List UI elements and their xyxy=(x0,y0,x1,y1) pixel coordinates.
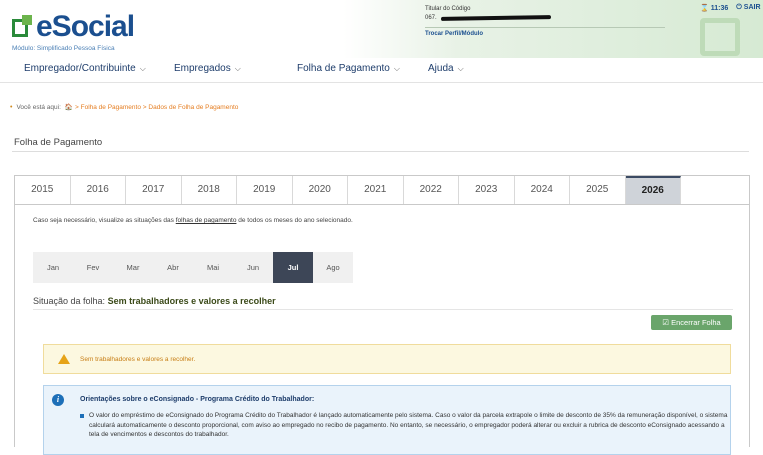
nav-ajuda[interactable]: Ajuda ⌵ xyxy=(428,63,464,74)
year-tab[interactable]: 2017 xyxy=(126,176,182,204)
month-tab[interactable]: Jun xyxy=(233,252,273,283)
breadcrumb-prefix: Você está aqui: xyxy=(16,103,61,111)
esocial-logo-icon xyxy=(12,15,34,39)
month-tab[interactable]: Mar xyxy=(113,252,153,283)
checkbox-icon: ☑ xyxy=(662,318,670,327)
bullet-icon xyxy=(80,414,84,418)
nav-label: Empregador/Contribuinte xyxy=(24,63,136,74)
nav-label: Empregados xyxy=(174,63,231,74)
home-icon[interactable]: 🏠 xyxy=(65,103,73,111)
bullet-icon: • xyxy=(10,103,13,111)
year-tab[interactable]: 2016 xyxy=(71,176,126,204)
breadcrumb-dados: Dados de Folha de Pagamento xyxy=(148,103,239,111)
session-bar: ⌛ 11:36 ⏻ SAIR xyxy=(700,4,761,12)
month-tab[interactable]: Jan xyxy=(33,252,73,283)
year-tabs: 2015 2016 2017 2018 2019 2020 2021 2022 … xyxy=(15,176,749,205)
logout-label: SAIR xyxy=(743,4,761,11)
year-tab-selected[interactable]: 2026 xyxy=(625,176,681,204)
info-before: Caso seja necessário, visualize as situa… xyxy=(33,217,176,224)
chevron-down-icon: ⌵ xyxy=(234,64,241,73)
info-after: de todos os meses do ano selecionado. xyxy=(236,217,353,224)
header: eSocial Módulo: Simplificado Pessoa Físi… xyxy=(0,0,763,58)
month-tabs: Jan Fev Mar Abr Mai Jun Jul Ago xyxy=(33,252,353,283)
alert-text: Sem trabalhadores e valores a recolher. xyxy=(80,355,196,363)
title-divider xyxy=(12,151,749,152)
close-payroll-label: Encerrar Folha xyxy=(671,318,721,327)
year-tab[interactable]: 2025 xyxy=(570,176,626,204)
change-profile-link[interactable]: Trocar Perfil/Módulo xyxy=(425,31,665,37)
info-box-body: O valor do empréstimo de eConsignado do … xyxy=(80,411,734,440)
main-nav: Empregador/Contribuinte ⌵ Empregados ⌵ Fol… xyxy=(0,58,763,83)
warning-alert: Sem trabalhadores e valores a recolher. xyxy=(43,344,731,374)
esocial-logo[interactable]: eSocial xyxy=(12,10,135,43)
info-box: i Orientações sobre o eConsignado - Prog… xyxy=(43,385,731,455)
nav-label: Folha de Pagamento xyxy=(297,63,390,74)
logo-text: eSocial xyxy=(36,10,135,43)
year-tab[interactable]: 2018 xyxy=(182,176,237,204)
chevron-down-icon: ⌵ xyxy=(393,64,400,73)
year-tab[interactable]: 2023 xyxy=(459,176,515,204)
info-box-title: Orientações sobre o eConsignado - Progra… xyxy=(80,396,315,403)
year-tab[interactable]: 2019 xyxy=(237,176,293,204)
month-tab[interactable]: Mai xyxy=(193,252,233,283)
year-tab[interactable]: 2021 xyxy=(348,176,404,204)
payroll-status: Situação da folha: Sem trabalhadores e v… xyxy=(33,296,276,306)
breadcrumb-separator: > xyxy=(142,103,147,111)
module-label: Módulo: Simplificado Pessoa Física xyxy=(12,45,115,52)
payroll-link[interactable]: folhas de pagamento xyxy=(176,217,237,224)
timer-text: 11:36 xyxy=(710,5,729,12)
breadcrumb-folha[interactable]: Folha de Pagamento xyxy=(81,104,141,111)
nav-folha[interactable]: Folha de Pagamento ⌵ xyxy=(297,63,400,74)
year-tab[interactable]: 2022 xyxy=(404,176,459,204)
status-divider xyxy=(33,309,733,310)
breadcrumb-separator: > xyxy=(75,103,79,111)
titular-code: 067. xyxy=(425,15,437,21)
redacted-mark xyxy=(440,15,551,21)
info-text: Caso seja necessário, visualize as situa… xyxy=(33,217,353,224)
info-icon: i xyxy=(52,394,64,406)
nav-empregador[interactable]: Empregador/Contribuinte ⌵ xyxy=(24,63,146,74)
session-timer: ⌛ 11:36 xyxy=(700,4,728,12)
year-tab[interactable]: 2020 xyxy=(293,176,348,204)
month-tab-selected[interactable]: Jul xyxy=(273,252,313,283)
status-value: Sem trabalhadores e valores a recolher xyxy=(107,296,276,306)
chevron-down-icon: ⌵ xyxy=(139,64,146,73)
payroll-panel: 2015 2016 2017 2018 2019 2020 2021 2022 … xyxy=(14,175,750,455)
power-icon: ⏻ xyxy=(736,4,742,11)
year-tab[interactable]: 2015 xyxy=(15,176,71,204)
titular-label: Titular do Código xyxy=(425,6,471,12)
header-decoration xyxy=(690,18,760,58)
month-tab[interactable]: Abr xyxy=(153,252,193,283)
nav-empregados[interactable]: Empregados ⌵ xyxy=(174,63,241,74)
month-tab[interactable]: Fev xyxy=(73,252,113,283)
warning-icon xyxy=(58,354,70,364)
nav-label: Ajuda xyxy=(428,63,454,74)
hourglass-icon: ⌛ xyxy=(700,5,709,12)
breadcrumb: • Você está aqui: 🏠 > Folha de Pagamento… xyxy=(10,103,239,112)
info-box-text: O valor do empréstimo de eConsignado do … xyxy=(89,412,728,438)
page-title: Folha de Pagamento xyxy=(14,137,103,148)
logout-button[interactable]: ⏻ SAIR xyxy=(736,4,760,12)
chevron-down-icon: ⌵ xyxy=(457,64,464,73)
titular-info: Titular do Código 067. Trocar Perfil/Mód… xyxy=(425,5,665,37)
status-label: Situação da folha: xyxy=(33,296,108,306)
year-tab[interactable]: 2024 xyxy=(515,176,570,204)
month-tab[interactable]: Ago xyxy=(313,252,353,283)
close-payroll-button[interactable]: ☑ Encerrar Folha xyxy=(651,315,732,330)
